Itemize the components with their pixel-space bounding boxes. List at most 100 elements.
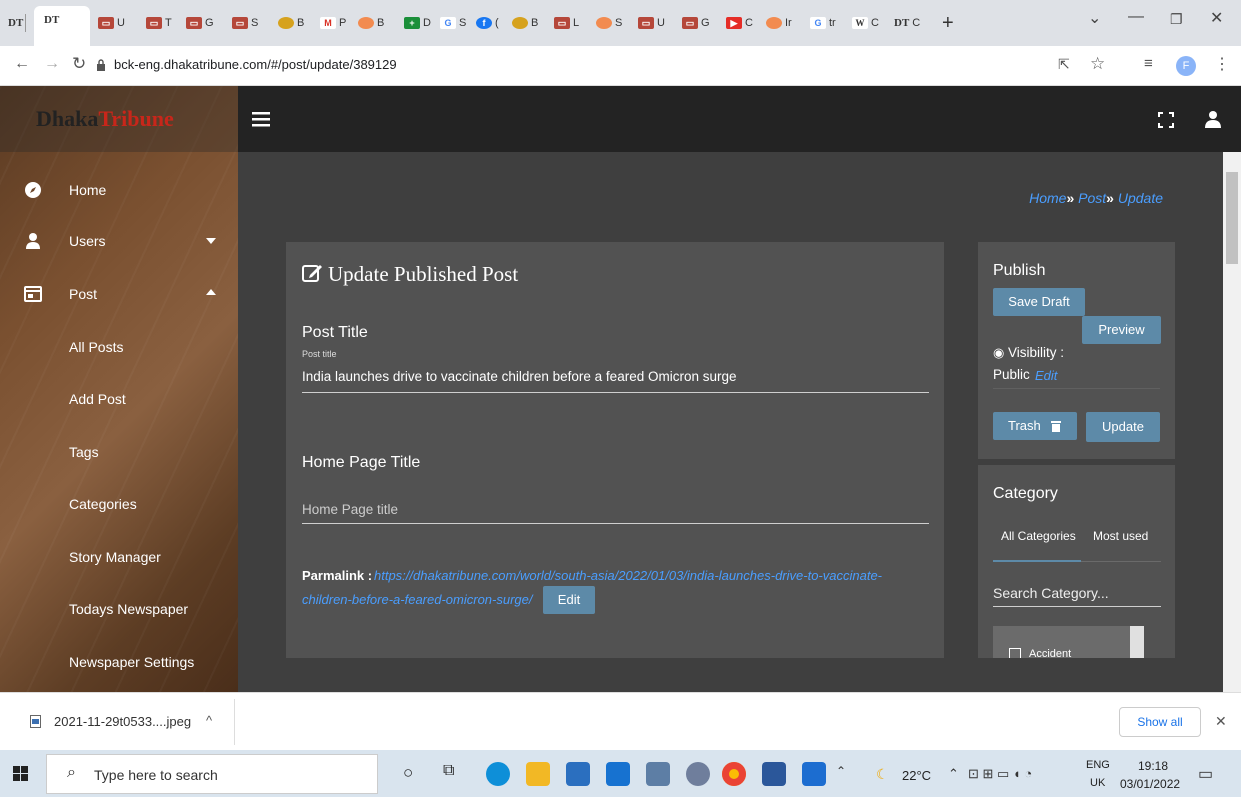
close-icon[interactable]: ✕ [1215,713,1227,730]
browser-tab[interactable]: WC [852,10,879,36]
browser-tab[interactable]: ▭ G [186,10,214,36]
browser-tab[interactable]: ▭ G [682,10,710,36]
browser-tab[interactable]: ▭ U [98,10,125,36]
home-title-input[interactable]: Home Page title [302,502,398,517]
browser-tab[interactable]: + D [404,10,431,36]
preview-button[interactable]: Preview [1082,316,1161,344]
overflow-chevron-icon[interactable]: ⌃ [836,764,846,778]
browser-tab[interactable]: f( [476,10,499,36]
download-item[interactable]: 2021-11-29t0533....jpeg [54,714,191,729]
language-region[interactable]: UK [1090,777,1105,789]
edit-permalink-button[interactable]: Edit [543,586,595,614]
sidebar-item-home[interactable]: Home [0,169,238,211]
taskbar-search-input[interactable]: Type here to search [94,767,218,783]
tray-icons[interactable]: ⊡ ⊞ ▭ ◖ ◔ [968,766,1032,782]
browser-tab[interactable]: Ir [766,10,792,36]
browser-tab-active[interactable]: DT [34,6,90,46]
browser-tab[interactable]: ▭ S [232,10,258,36]
reading-list-icon[interactable]: ≡ [1144,55,1153,72]
visibility-edit-link[interactable]: Edit [1035,368,1057,383]
post-title-input[interactable]: India launches drive to vaccinate childr… [302,369,737,384]
restore-icon[interactable]: ❐ [1170,11,1183,28]
sidebar-item-story-manager[interactable]: Story Manager [0,536,238,578]
notification-icon[interactable]: ▭ [1198,764,1213,784]
reload-icon[interactable]: ↻ [72,54,86,74]
windows-start-icon[interactable] [13,766,29,782]
browser-tab[interactable]: B [358,10,384,36]
browser-tab[interactable]: B [512,10,538,36]
browser-tab[interactable]: DT C [894,10,920,36]
share-icon[interactable]: ⇱ [1058,56,1070,73]
back-arrow-icon[interactable]: ← [14,55,30,73]
sidebar-item-categories[interactable]: Categories [0,483,238,525]
category-checkbox[interactable] [1009,648,1021,658]
weather-temp[interactable]: 22°C [902,768,931,783]
tab-search-chevron-icon[interactable]: ⌄ [1088,8,1101,28]
sidebar-item-users[interactable]: Users [0,220,238,262]
cortana-icon[interactable]: ○ [403,763,413,783]
sidebar-item-post[interactable]: Post [0,273,238,315]
sidebar-item-label: Add Post [69,391,126,407]
clock-time[interactable]: 19:18 [1138,759,1168,773]
file-explorer-icon[interactable] [526,762,550,786]
sidebar-item-all-posts[interactable]: All Posts [0,326,238,368]
sidebar-item-add-post[interactable]: Add Post [0,378,238,420]
edge-icon[interactable] [486,762,510,786]
permalink-link[interactable]: https://dhakatribune.com/world/south-asi… [374,568,882,583]
new-tab-button[interactable]: + [942,10,954,36]
browser-tab[interactable]: DT [8,10,27,36]
browser-tab[interactable]: ▭ L [554,10,579,36]
browser-tab[interactable]: ▶ C [726,10,753,36]
app-icon[interactable] [686,762,710,786]
tab-most-used[interactable]: Most used [1093,529,1148,543]
tab-all-categories[interactable]: All Categories [1001,529,1076,543]
close-window-icon[interactable]: ✕ [1210,8,1223,28]
profile-avatar[interactable]: F [1176,56,1196,76]
category-list-scrollbar[interactable] [1130,626,1144,658]
language-code[interactable]: ENG [1086,759,1110,771]
browser-tab[interactable]: GS [440,10,466,36]
sidebar-item-label: All Posts [69,339,124,355]
update-button[interactable]: Update [1086,412,1160,442]
page-scrollbar[interactable] [1223,152,1241,692]
photos-icon[interactable] [802,762,826,786]
word-icon[interactable] [762,762,786,786]
permalink-link-cont[interactable]: children-before-a-feared-omicron-surge/ [302,592,533,607]
browser-tab[interactable]: ▭ T [146,10,172,36]
trash-button[interactable]: Trash [993,412,1077,440]
tray-chevron-icon[interactable]: ⌃ [948,766,959,782]
category-search-input[interactable]: Search Category... [993,585,1109,601]
mail-favicon-icon: ▭ [554,17,570,29]
fullscreen-icon[interactable] [1158,112,1174,128]
sidebar-item-newspaper-settings[interactable]: Newspaper Settings [0,641,238,683]
show-all-button[interactable]: Show all [1119,707,1201,737]
hamburger-menu-icon[interactable] [252,111,272,127]
forward-arrow-icon[interactable]: → [44,55,60,73]
browser-tab[interactable]: B [278,10,304,36]
chevron-up-icon[interactable]: ^ [206,713,212,728]
task-view-icon[interactable]: ⧉ [443,762,454,780]
minimize-icon[interactable]: — [1128,8,1144,26]
mail-icon[interactable] [606,762,630,786]
save-draft-button[interactable]: Save Draft [993,288,1085,316]
scrollbar-thumb[interactable] [1226,172,1238,264]
mail-favicon-icon: ▭ [232,17,248,29]
url-input[interactable]: bck-eng.dhakatribune.com/#/post/update/3… [114,57,397,72]
browser-tab[interactable]: MP [320,10,346,36]
dhaka-tribune-logo[interactable]: DhakaTribune [0,86,238,152]
clock-date[interactable]: 03/01/2022 [1120,777,1180,791]
breadcrumb-post-link[interactable]: Post [1078,190,1106,206]
chrome-icon[interactable] [722,762,746,786]
sidebar-item-tags[interactable]: Tags [0,431,238,473]
store-icon[interactable] [566,762,590,786]
breadcrumb-home-link[interactable]: Home [1029,190,1066,206]
browser-tab[interactable]: Gtr [810,10,836,36]
browser-tab[interactable]: S [596,10,622,36]
bookmark-star-icon[interactable]: ☆ [1090,54,1105,74]
browser-tab[interactable]: ▭ U [638,10,665,36]
sidebar-item-todays-newspaper[interactable]: Todays Newspaper [0,588,238,630]
taskbar-search-box[interactable]: ⌕ Type here to search [46,754,378,794]
user-account-icon[interactable] [1204,110,1222,128]
camera-icon[interactable] [646,762,670,786]
kebab-menu-icon[interactable]: ⋮ [1214,54,1230,74]
